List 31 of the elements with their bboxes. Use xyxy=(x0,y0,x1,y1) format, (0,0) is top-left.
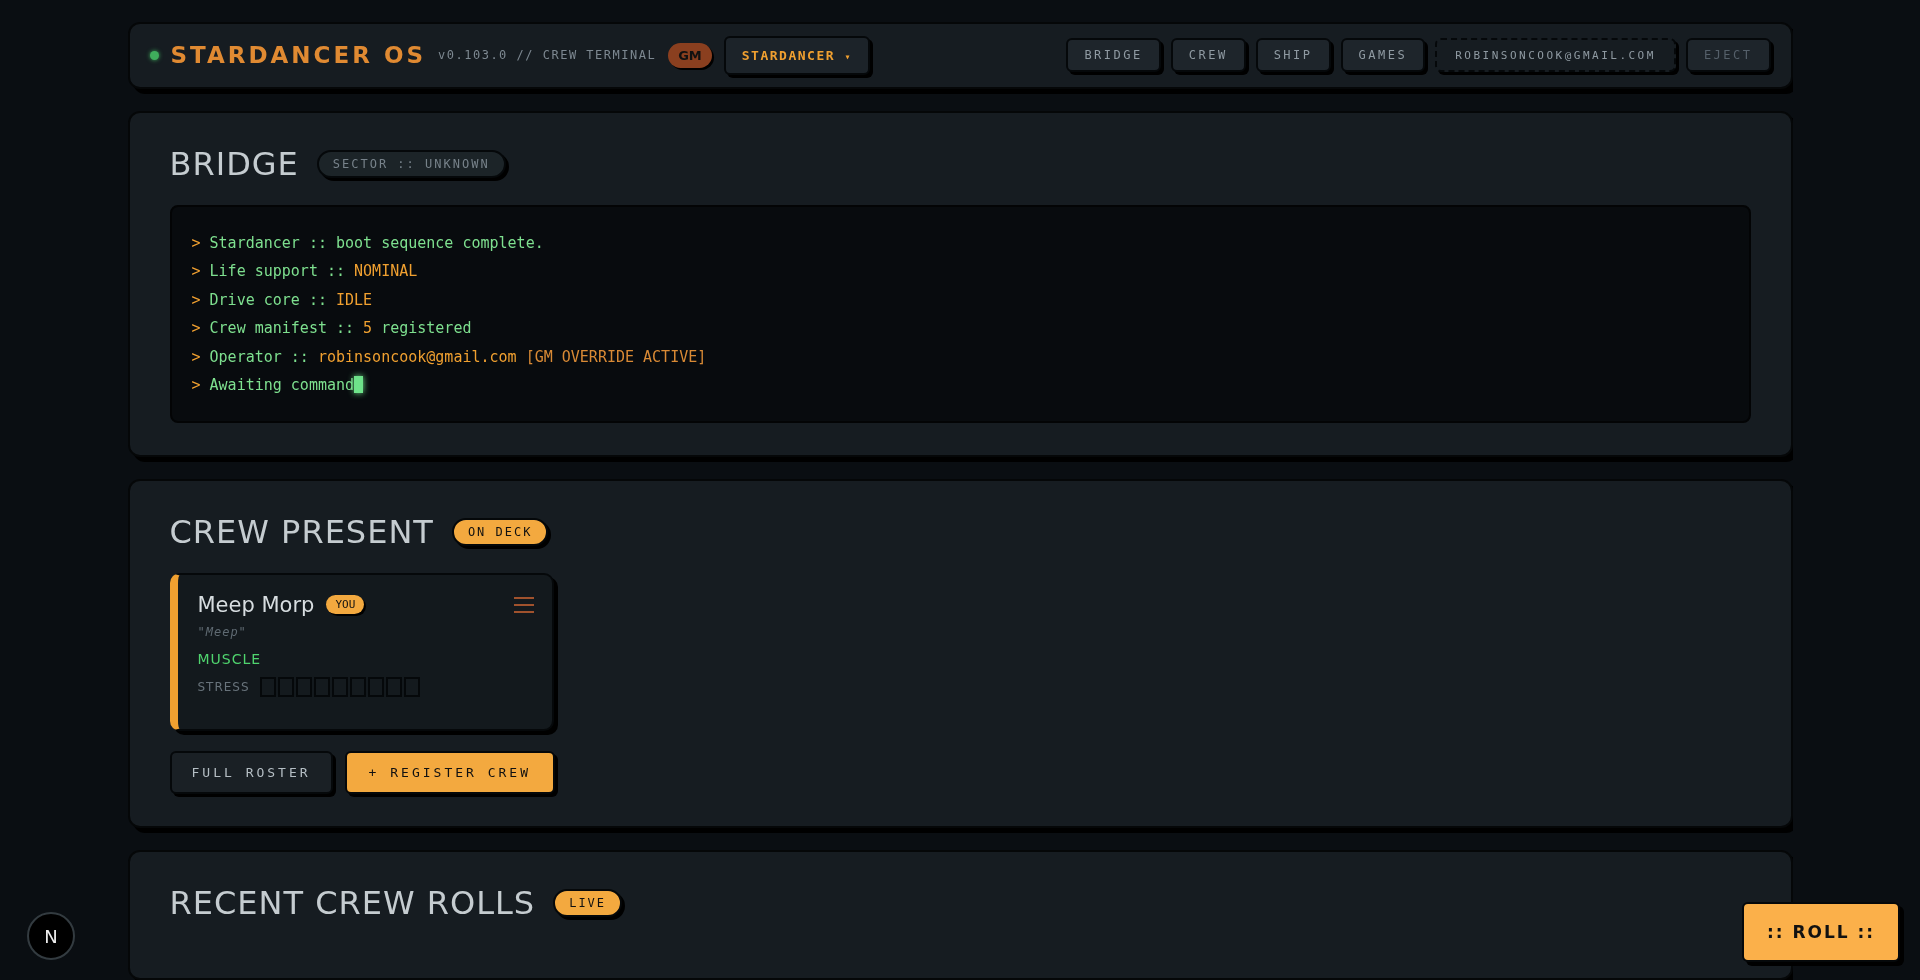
nav-button[interactable]: CREW xyxy=(1170,38,1246,73)
user-email-button[interactable]: ROBINSONCOOK@GMAIL.COM xyxy=(1435,38,1676,73)
stress-label: STRESS xyxy=(197,679,250,694)
sector-badge: SECTOR :: UNKNOWN xyxy=(316,149,506,178)
role-badge: GM xyxy=(668,42,712,68)
ship-select[interactable]: STARDANCER ▾ xyxy=(723,35,870,75)
terminal-line: > Stardancer :: boot sequence complete. xyxy=(191,232,545,254)
nav-button[interactable]: GAMES xyxy=(1340,38,1426,73)
nav-button[interactable]: BRIDGE xyxy=(1066,38,1161,73)
crew-alias: "Meep" xyxy=(197,624,248,639)
crew-name: Meep Morp xyxy=(197,592,315,617)
version-text: v0.103.0 // CREW TERMINAL xyxy=(438,48,657,63)
nav-button[interactable]: SHIP xyxy=(1255,38,1331,73)
roster-button[interactable]: FULL ROSTER xyxy=(169,750,333,794)
status-badge: ON DECK xyxy=(451,517,549,546)
section-title: BRIDGE xyxy=(169,144,299,183)
dev-tools-button[interactable]: N xyxy=(27,912,75,960)
you-badge: YOU xyxy=(326,595,365,614)
status-light-icon xyxy=(149,50,159,60)
app-title: STARDANCER OS xyxy=(170,42,427,69)
menu-icon[interactable] xyxy=(513,595,534,614)
terminal-line: > Crew manifest :: 5 registered xyxy=(191,318,473,339)
live-badge: LIVE xyxy=(553,888,623,917)
terminal-line: > Awaiting command xyxy=(191,371,1729,400)
terminal-line: > Life support :: NOMINAL xyxy=(191,261,419,282)
section-title: CREW PRESENT xyxy=(169,512,434,551)
playbook-label: MUSCLE xyxy=(197,650,263,667)
terminal-line: > Operator :: robinsoncook@gmail.com [GM OVERRIDE ACTIVE] xyxy=(191,346,708,368)
terminal-line: > Drive core :: IDLE xyxy=(191,289,374,311)
section-title: RECENT CREW ROLLS xyxy=(169,883,536,922)
register-crew-button[interactable]: + REGISTER CREW xyxy=(344,750,555,794)
